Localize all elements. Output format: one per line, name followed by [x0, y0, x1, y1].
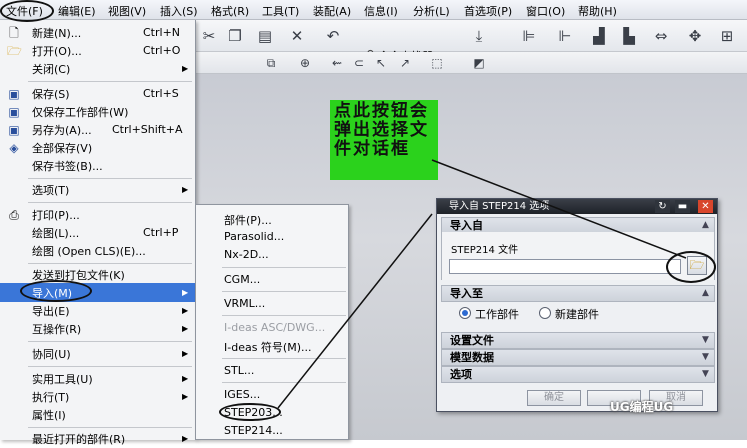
callout-leader-line — [431, 159, 687, 259]
step203-leader-line — [277, 213, 433, 409]
watermark-text: UG编程UG — [610, 400, 674, 414]
annotation-lines — [277, 159, 687, 409]
